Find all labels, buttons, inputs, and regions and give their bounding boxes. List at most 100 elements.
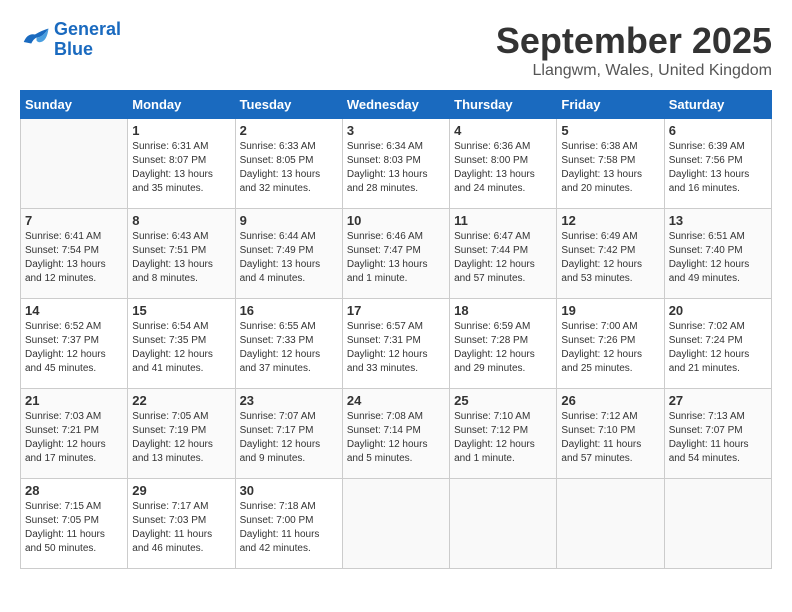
- day-info: Sunrise: 6:55 AM Sunset: 7:33 PM Dayligh…: [240, 320, 338, 376]
- daylight-text: Daylight: 12 hours and 49 minutes.: [669, 258, 767, 286]
- sunset-text: Sunset: 7:31 PM: [347, 334, 445, 348]
- day-number: 25: [454, 393, 552, 408]
- day-info: Sunrise: 7:18 AM Sunset: 7:00 PM Dayligh…: [240, 500, 338, 556]
- calendar-cell: 23 Sunrise: 7:07 AM Sunset: 7:17 PM Dayl…: [235, 389, 342, 479]
- weekday-header-thursday: Thursday: [450, 91, 557, 119]
- day-number: 18: [454, 303, 552, 318]
- calendar-cell: 29 Sunrise: 7:17 AM Sunset: 7:03 PM Dayl…: [128, 479, 235, 569]
- daylight-text: Daylight: 13 hours and 24 minutes.: [454, 168, 552, 196]
- calendar-cell: [664, 479, 771, 569]
- sunset-text: Sunset: 7:12 PM: [454, 424, 552, 438]
- calendar-cell: 21 Sunrise: 7:03 AM Sunset: 7:21 PM Dayl…: [21, 389, 128, 479]
- day-info: Sunrise: 7:17 AM Sunset: 7:03 PM Dayligh…: [132, 500, 230, 556]
- daylight-text: Daylight: 13 hours and 35 minutes.: [132, 168, 230, 196]
- calendar-cell: 20 Sunrise: 7:02 AM Sunset: 7:24 PM Dayl…: [664, 299, 771, 389]
- sunrise-text: Sunrise: 6:52 AM: [25, 320, 123, 334]
- sunset-text: Sunset: 7:28 PM: [454, 334, 552, 348]
- sunrise-text: Sunrise: 6:39 AM: [669, 140, 767, 154]
- sunset-text: Sunset: 7:54 PM: [25, 244, 123, 258]
- daylight-text: Daylight: 11 hours and 46 minutes.: [132, 528, 230, 556]
- day-number: 21: [25, 393, 123, 408]
- sunset-text: Sunset: 7:00 PM: [240, 514, 338, 528]
- daylight-text: Daylight: 12 hours and 25 minutes.: [561, 348, 659, 376]
- daylight-text: Daylight: 12 hours and 13 minutes.: [132, 438, 230, 466]
- weekday-header-friday: Friday: [557, 91, 664, 119]
- day-number: 8: [132, 213, 230, 228]
- daylight-text: Daylight: 13 hours and 1 minute.: [347, 258, 445, 286]
- sunrise-text: Sunrise: 6:41 AM: [25, 230, 123, 244]
- day-info: Sunrise: 6:33 AM Sunset: 8:05 PM Dayligh…: [240, 140, 338, 196]
- calendar-cell: 17 Sunrise: 6:57 AM Sunset: 7:31 PM Dayl…: [342, 299, 449, 389]
- day-info: Sunrise: 6:46 AM Sunset: 7:47 PM Dayligh…: [347, 230, 445, 286]
- calendar-cell: 8 Sunrise: 6:43 AM Sunset: 7:51 PM Dayli…: [128, 209, 235, 299]
- sunrise-text: Sunrise: 7:07 AM: [240, 410, 338, 424]
- day-number: 6: [669, 123, 767, 138]
- daylight-text: Daylight: 11 hours and 42 minutes.: [240, 528, 338, 556]
- calendar-cell: 26 Sunrise: 7:12 AM Sunset: 7:10 PM Dayl…: [557, 389, 664, 479]
- sunrise-text: Sunrise: 6:47 AM: [454, 230, 552, 244]
- calendar-cell: 16 Sunrise: 6:55 AM Sunset: 7:33 PM Dayl…: [235, 299, 342, 389]
- day-number: 24: [347, 393, 445, 408]
- sunrise-text: Sunrise: 6:55 AM: [240, 320, 338, 334]
- calendar-cell: 2 Sunrise: 6:33 AM Sunset: 8:05 PM Dayli…: [235, 119, 342, 209]
- sunrise-text: Sunrise: 7:15 AM: [25, 500, 123, 514]
- sunrise-text: Sunrise: 6:31 AM: [132, 140, 230, 154]
- day-info: Sunrise: 6:44 AM Sunset: 7:49 PM Dayligh…: [240, 230, 338, 286]
- sunrise-text: Sunrise: 6:59 AM: [454, 320, 552, 334]
- calendar-cell: 5 Sunrise: 6:38 AM Sunset: 7:58 PM Dayli…: [557, 119, 664, 209]
- sunset-text: Sunset: 7:05 PM: [25, 514, 123, 528]
- calendar-cell: 18 Sunrise: 6:59 AM Sunset: 7:28 PM Dayl…: [450, 299, 557, 389]
- sunrise-text: Sunrise: 7:03 AM: [25, 410, 123, 424]
- day-info: Sunrise: 6:49 AM Sunset: 7:42 PM Dayligh…: [561, 230, 659, 286]
- calendar-cell: [450, 479, 557, 569]
- day-info: Sunrise: 6:36 AM Sunset: 8:00 PM Dayligh…: [454, 140, 552, 196]
- logo-icon: [20, 27, 50, 52]
- sunrise-text: Sunrise: 6:36 AM: [454, 140, 552, 154]
- sunset-text: Sunset: 7:35 PM: [132, 334, 230, 348]
- day-number: 22: [132, 393, 230, 408]
- sunrise-text: Sunrise: 7:13 AM: [669, 410, 767, 424]
- title-section: September 2025 Llangwm, Wales, United Ki…: [496, 20, 772, 80]
- day-number: 15: [132, 303, 230, 318]
- calendar-cell: 19 Sunrise: 7:00 AM Sunset: 7:26 PM Dayl…: [557, 299, 664, 389]
- daylight-text: Daylight: 13 hours and 12 minutes.: [25, 258, 123, 286]
- sunrise-text: Sunrise: 7:05 AM: [132, 410, 230, 424]
- day-info: Sunrise: 7:00 AM Sunset: 7:26 PM Dayligh…: [561, 320, 659, 376]
- calendar-cell: 13 Sunrise: 6:51 AM Sunset: 7:40 PM Dayl…: [664, 209, 771, 299]
- daylight-text: Daylight: 12 hours and 9 minutes.: [240, 438, 338, 466]
- day-number: 19: [561, 303, 659, 318]
- day-number: 20: [669, 303, 767, 318]
- calendar-cell: 1 Sunrise: 6:31 AM Sunset: 8:07 PM Dayli…: [128, 119, 235, 209]
- page-header: General Blue September 2025 Llangwm, Wal…: [20, 20, 772, 80]
- day-info: Sunrise: 6:38 AM Sunset: 7:58 PM Dayligh…: [561, 140, 659, 196]
- day-number: 9: [240, 213, 338, 228]
- calendar-cell: 6 Sunrise: 6:39 AM Sunset: 7:56 PM Dayli…: [664, 119, 771, 209]
- day-number: 27: [669, 393, 767, 408]
- day-number: 10: [347, 213, 445, 228]
- daylight-text: Daylight: 12 hours and 21 minutes.: [669, 348, 767, 376]
- day-info: Sunrise: 6:59 AM Sunset: 7:28 PM Dayligh…: [454, 320, 552, 376]
- sunset-text: Sunset: 7:47 PM: [347, 244, 445, 258]
- calendar-table: SundayMondayTuesdayWednesdayThursdayFrid…: [20, 90, 772, 569]
- sunrise-text: Sunrise: 6:43 AM: [132, 230, 230, 244]
- daylight-text: Daylight: 12 hours and 37 minutes.: [240, 348, 338, 376]
- calendar-cell: 15 Sunrise: 6:54 AM Sunset: 7:35 PM Dayl…: [128, 299, 235, 389]
- daylight-text: Daylight: 11 hours and 54 minutes.: [669, 438, 767, 466]
- calendar-cell: 24 Sunrise: 7:08 AM Sunset: 7:14 PM Dayl…: [342, 389, 449, 479]
- day-info: Sunrise: 6:41 AM Sunset: 7:54 PM Dayligh…: [25, 230, 123, 286]
- sunset-text: Sunset: 7:24 PM: [669, 334, 767, 348]
- daylight-text: Daylight: 12 hours and 1 minute.: [454, 438, 552, 466]
- daylight-text: Daylight: 12 hours and 5 minutes.: [347, 438, 445, 466]
- sunset-text: Sunset: 7:19 PM: [132, 424, 230, 438]
- day-number: 17: [347, 303, 445, 318]
- weekday-header-monday: Monday: [128, 91, 235, 119]
- calendar-cell: 14 Sunrise: 6:52 AM Sunset: 7:37 PM Dayl…: [21, 299, 128, 389]
- sunset-text: Sunset: 7:49 PM: [240, 244, 338, 258]
- sunset-text: Sunset: 7:14 PM: [347, 424, 445, 438]
- day-number: 12: [561, 213, 659, 228]
- day-info: Sunrise: 7:10 AM Sunset: 7:12 PM Dayligh…: [454, 410, 552, 466]
- calendar-cell: 11 Sunrise: 6:47 AM Sunset: 7:44 PM Dayl…: [450, 209, 557, 299]
- day-info: Sunrise: 6:43 AM Sunset: 7:51 PM Dayligh…: [132, 230, 230, 286]
- day-number: 23: [240, 393, 338, 408]
- sunrise-text: Sunrise: 7:10 AM: [454, 410, 552, 424]
